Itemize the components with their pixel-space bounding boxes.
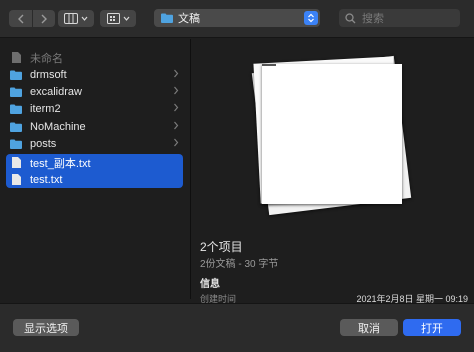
location-label: 文稿 bbox=[178, 13, 200, 25]
column-view-button[interactable] bbox=[58, 10, 94, 27]
search-placeholder: 搜索 bbox=[362, 13, 384, 25]
chevron-right-icon bbox=[174, 69, 179, 78]
info-heading: 信息 bbox=[200, 279, 220, 290]
search-icon bbox=[345, 12, 356, 23]
list-item-posts[interactable]: posts bbox=[6, 135, 183, 152]
list-item-label: 未命名 bbox=[30, 52, 63, 65]
folder-icon bbox=[10, 138, 22, 150]
forward-button[interactable] bbox=[32, 10, 55, 27]
list-item-label: test.txt bbox=[30, 173, 63, 186]
group-view-button[interactable] bbox=[100, 10, 136, 27]
bottom-bar: 显示选项 取消 打开 bbox=[0, 303, 474, 352]
document-icon bbox=[10, 52, 22, 64]
search-field[interactable]: 搜索 bbox=[339, 9, 460, 27]
folder-icon bbox=[10, 121, 22, 133]
chevron-right-icon bbox=[174, 103, 179, 112]
back-button[interactable] bbox=[9, 10, 32, 27]
open-button[interactable]: 打开 bbox=[403, 319, 461, 336]
folder-icon bbox=[10, 69, 22, 81]
list-item-label: test_副本.txt bbox=[30, 157, 91, 170]
preview-title: 2个项目 bbox=[200, 240, 243, 254]
document-icon bbox=[10, 157, 22, 169]
list-item-test[interactable]: test.txt bbox=[6, 171, 183, 188]
popup-arrows-icon bbox=[304, 11, 318, 25]
list-item-drmsoft[interactable]: drmsoft bbox=[6, 66, 183, 83]
list-item-label: drmsoft bbox=[30, 68, 67, 81]
location-popup[interactable]: 文稿 bbox=[154, 9, 320, 27]
list-item-iterm2[interactable]: iterm2 bbox=[6, 100, 183, 117]
preview-subtitle: 2份文稿 - 30 字节 bbox=[200, 259, 279, 270]
cancel-button[interactable]: 取消 bbox=[340, 319, 398, 336]
chevron-right-icon bbox=[174, 121, 179, 130]
chevron-right-icon bbox=[174, 86, 179, 95]
list-item-label: posts bbox=[30, 137, 57, 150]
folder-icon bbox=[10, 86, 22, 98]
folder-icon bbox=[161, 13, 173, 23]
list-item-label: excalidraw bbox=[30, 85, 82, 98]
list-item-label: NoMachine bbox=[30, 120, 86, 133]
toolbar: 文稿 搜索 bbox=[0, 0, 474, 38]
list-item-test-copy[interactable]: test_副本.txt bbox=[6, 154, 183, 171]
chevron-right-icon bbox=[41, 14, 47, 23]
list-item-nomachine[interactable]: NoMachine bbox=[6, 118, 183, 135]
nav-buttons bbox=[9, 10, 55, 27]
list-item-label: iterm2 bbox=[30, 102, 61, 115]
file-list: 未命名 drmsoft excalidraw iterm2 NoMachine … bbox=[0, 39, 191, 299]
preview-page bbox=[262, 64, 402, 204]
list-item-excalidraw[interactable]: excalidraw bbox=[6, 83, 183, 100]
columns-icon bbox=[64, 13, 78, 24]
folder-icon bbox=[10, 103, 22, 115]
file-preview-thumbnail bbox=[251, 50, 414, 220]
document-icon bbox=[10, 174, 22, 186]
show-options-button[interactable]: 显示选项 bbox=[13, 319, 79, 336]
chevron-down-icon bbox=[123, 16, 129, 21]
chevron-down-icon bbox=[81, 16, 88, 21]
chevron-right-icon bbox=[174, 138, 179, 147]
chevron-left-icon bbox=[17, 14, 23, 23]
list-item-untitled[interactable]: 未命名 bbox=[6, 49, 183, 66]
grid-icon bbox=[106, 13, 120, 24]
